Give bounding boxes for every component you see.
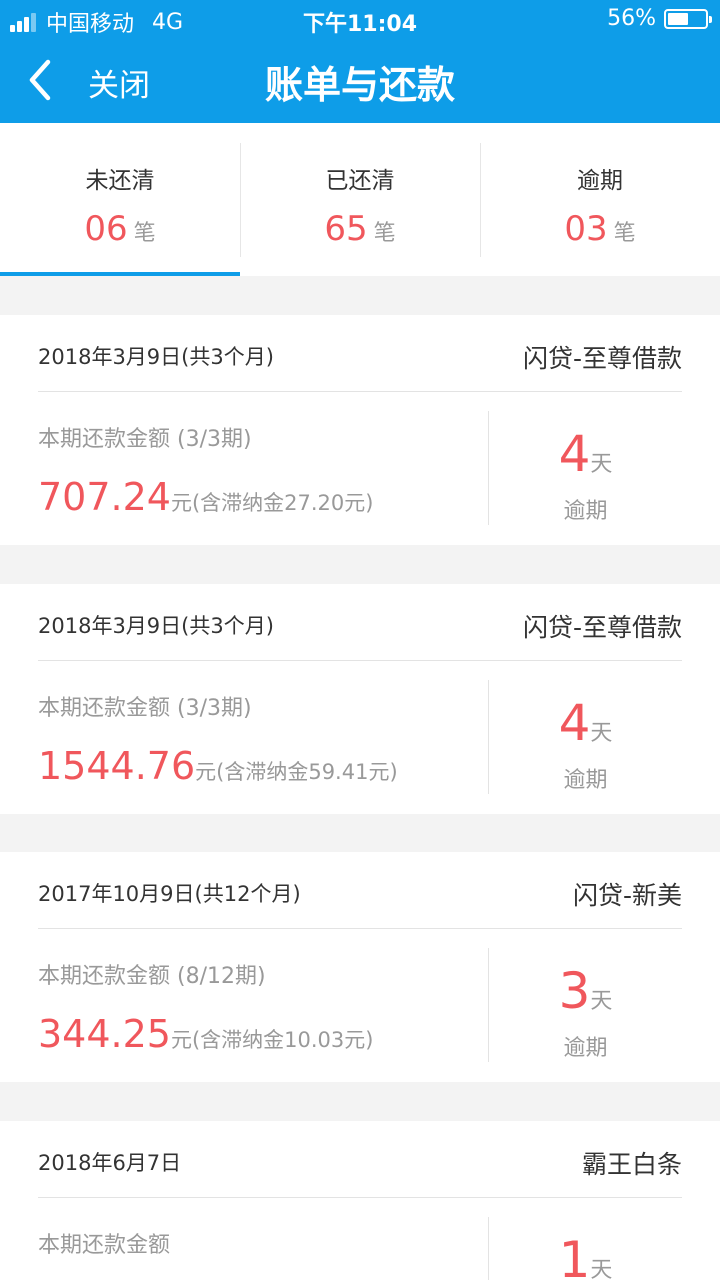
tab-count-number: 06 [84,209,128,249]
overdue-status: 逾期 [563,768,608,793]
tab-count-number: 65 [324,209,368,249]
tab-unpaid[interactable]: 未还清 06 笔 [0,123,240,276]
overdue-status: 逾期 [563,499,608,524]
days-unit: 天 [590,989,613,1014]
overdue-days: 4天 [489,425,682,483]
amount-line: 707.24元(含滞纳金27.20元) [38,475,373,519]
bill-date: 2017年10月9日(共12个月) [38,882,301,906]
bill-date: 2018年3月9日(共3个月) [38,614,274,638]
days-number: 4 [558,425,591,483]
nav-bar: 关闭 账单与还款 [0,40,720,123]
amount-value: 344.25 [38,1012,171,1056]
tab-count-number: 03 [564,209,608,249]
tab-label: 未还清 [85,168,155,194]
days-unit: 天 [590,1258,613,1280]
amount-label: 本期还款金额 (3/3期) [38,427,252,452]
bill-product: 闪贷-新美 [572,881,682,910]
page-title: 账单与还款 [264,63,455,107]
overdue-status: 逾期 [563,1036,608,1061]
overdue-days: 3天 [489,962,682,1020]
days-number: 3 [558,962,591,1020]
amount-label: 本期还款金额 (8/12期) [38,964,266,989]
tab-count-unit: 笔 [373,221,396,246]
card-divider [38,1197,682,1198]
tab-count: 06 笔 [0,209,240,249]
bill-card[interactable]: 2017年10月9日(共12个月) 闪贷-新美 本期还款金额 (8/12期) 3… [0,852,720,1082]
amount-suffix: 元(含滞纳金27.20元) [170,491,374,515]
bill-product: 闪贷-至尊借款 [522,344,682,373]
bill-product: 闪贷-至尊借款 [522,613,682,642]
app-header: 中国移动 4G 下午11:04 56% 关闭 账单与还款 [0,0,720,123]
amount-suffix: 元(含滞纳金10.03元) [170,1028,374,1052]
tab-label: 逾期 [577,168,623,194]
amount-label: 本期还款金额 [38,1233,171,1258]
amount-label: 本期还款金额 (3/3期) [38,696,252,721]
tab-count: 03 笔 [480,209,720,249]
bill-date: 2018年6月7日 [38,1151,182,1175]
bill-card[interactable]: 2018年3月9日(共3个月) 闪贷-至尊借款 本期还款金额 (3/3期) 15… [0,584,720,814]
battery-percent: 56% [607,6,656,31]
battery-icon [664,8,712,29]
amount-value: 707.24 [38,475,171,519]
card-divider [38,928,682,929]
bill-tabs: 未还清 06 笔 已还清 65 笔 逾期 03 笔 [0,123,720,276]
amount-line: 344.25元(含滞纳金10.03元) [38,1012,373,1056]
overdue-days: 1天 [489,1231,682,1280]
active-tab-indicator [0,272,240,276]
bill-card[interactable]: 2018年6月7日 霸王白条 本期还款金额 1天 [0,1121,720,1280]
tab-label: 已还清 [325,168,395,194]
bill-card[interactable]: 2018年3月9日(共3个月) 闪贷-至尊借款 本期还款金额 (3/3期) 70… [0,315,720,545]
card-divider [38,660,682,661]
card-divider [38,391,682,392]
days-unit: 天 [590,721,613,746]
bill-date: 2018年3月9日(共3个月) [38,345,274,369]
battery-status: 56% [607,6,712,31]
bill-product: 霸王白条 [581,1150,682,1179]
tab-overdue[interactable]: 逾期 03 笔 [480,123,720,276]
overdue-days: 4天 [489,694,682,752]
days-number: 4 [558,694,591,752]
days-unit: 天 [590,452,613,477]
days-number: 1 [558,1231,591,1280]
status-bar: 中国移动 4G 下午11:04 56% [0,0,720,40]
tab-count-unit: 笔 [613,221,636,246]
amount-value: 1544.76 [38,744,196,788]
amount-suffix: 元(含滞纳金59.41元) [195,760,398,784]
amount-line: 1544.76元(含滞纳金59.41元) [38,744,398,788]
tab-paid[interactable]: 已还清 65 笔 [240,123,480,276]
tab-count-unit: 笔 [133,221,156,246]
tab-count: 65 笔 [240,209,480,249]
